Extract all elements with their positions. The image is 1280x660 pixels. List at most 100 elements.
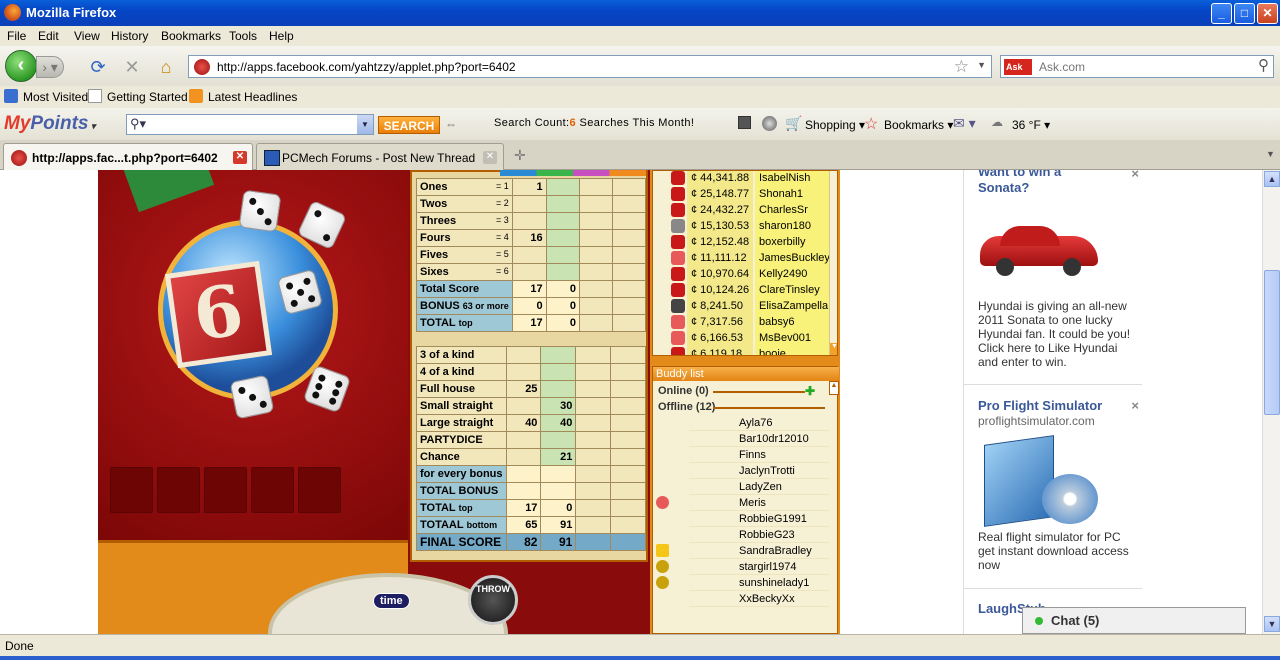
buddy-row[interactable]: Bar10dr12010: [689, 431, 829, 447]
score-row[interactable]: for every bonus: [416, 465, 646, 483]
player2-score[interactable]: 0: [545, 280, 581, 298]
score-row[interactable]: Chance 21: [416, 448, 646, 466]
flight-sim-image[interactable]: [978, 434, 1100, 527]
player3-score[interactable]: [579, 178, 613, 196]
player1-score[interactable]: [511, 246, 547, 264]
score-row[interactable]: Large straight 40 40: [416, 414, 646, 432]
player4-score[interactable]: [612, 263, 646, 281]
player3-score[interactable]: [579, 280, 613, 298]
player-name[interactable]: booie: [755, 346, 831, 355]
buddy-row[interactable]: sunshinelady1: [689, 575, 829, 591]
car-image[interactable]: [978, 218, 1102, 278]
score-row[interactable]: BONUS 63 or more 0 0: [416, 297, 646, 315]
player4-score[interactable]: [610, 448, 646, 466]
forward-button[interactable]: › ▾: [36, 56, 64, 78]
player-name[interactable]: ClareTinsley: [755, 282, 831, 298]
player4-score[interactable]: [610, 380, 646, 398]
score-row[interactable]: Full house 25: [416, 380, 646, 398]
player1-score[interactable]: [511, 212, 547, 230]
score-row[interactable]: FINAL SCORE 82 91: [416, 533, 646, 551]
online-section[interactable]: Online (0): [658, 385, 709, 397]
toolbar-search-dropdown[interactable]: ▼: [357, 115, 373, 134]
player2-score[interactable]: [540, 380, 577, 398]
player-row[interactable]: ¢ 10,124.26 ClareTinsley: [653, 282, 837, 298]
pause-icon[interactable]: [738, 116, 751, 129]
menu-bookmarks[interactable]: Bookmarks: [161, 29, 221, 43]
scroll-thumb[interactable]: [1264, 270, 1280, 415]
mypoints-logo[interactable]: MyPoints ▾: [4, 113, 96, 135]
player4-score[interactable]: [610, 414, 646, 432]
toolbar-bookmarks-menu[interactable]: Bookmarks ▾: [884, 118, 953, 132]
score-row[interactable]: Twos = 2: [416, 195, 646, 213]
score-row[interactable]: Fives = 5: [416, 246, 646, 264]
dice-slot[interactable]: [110, 467, 153, 513]
player2-score[interactable]: [545, 195, 581, 213]
player3-score[interactable]: [575, 397, 612, 415]
new-tab-icon[interactable]: ✛: [514, 147, 526, 164]
player1-score[interactable]: 82: [505, 533, 542, 551]
player2-score[interactable]: [545, 263, 581, 281]
back-button[interactable]: ‹: [5, 50, 37, 82]
buddy-row[interactable]: SandraBradley: [689, 543, 829, 559]
player4-score[interactable]: [612, 297, 646, 315]
player-name[interactable]: ElisaZampella: [755, 298, 831, 314]
player1-score[interactable]: [505, 397, 542, 415]
player-name[interactable]: sharon180: [755, 218, 831, 234]
player1-score[interactable]: [505, 346, 542, 364]
player-row[interactable]: ¢ 25,148.77 Shonah1: [653, 186, 837, 202]
player2-score[interactable]: [545, 229, 581, 247]
player4-score[interactable]: [612, 280, 646, 298]
player2-score[interactable]: 0: [540, 499, 577, 517]
player1-score[interactable]: [511, 263, 547, 281]
bookmark-star-icon[interactable]: ☆: [954, 57, 969, 77]
buddy-row[interactable]: Meris: [689, 495, 829, 511]
player-name[interactable]: boxerbilly: [755, 234, 831, 250]
score-row[interactable]: Sixes = 6: [416, 263, 646, 281]
player2-score[interactable]: [540, 465, 577, 483]
buddy-scroll-up[interactable]: ▲: [829, 381, 839, 395]
dice-slot[interactable]: [298, 467, 341, 513]
maximize-button[interactable]: □: [1234, 3, 1255, 24]
player-row[interactable]: ¢ 8,241.50 ElisaZampella: [653, 298, 837, 314]
player-name[interactable]: babsy6: [755, 314, 831, 330]
ad-close-icon[interactable]: ×: [1131, 398, 1139, 413]
player4-score[interactable]: [610, 431, 646, 449]
player2-score[interactable]: 21: [540, 448, 577, 466]
player3-score[interactable]: [575, 516, 612, 534]
player4-score[interactable]: [612, 178, 646, 196]
ad-sonata-title[interactable]: Want to win a Sonata?: [978, 170, 1098, 196]
player4-score[interactable]: [610, 363, 646, 381]
player-name[interactable]: Shonah1: [755, 186, 831, 202]
url-dropdown-icon[interactable]: ▼: [977, 60, 986, 70]
player2-score[interactable]: [540, 363, 577, 381]
dice-slot[interactable]: [251, 467, 294, 513]
player3-score[interactable]: [575, 448, 612, 466]
player3-score[interactable]: [575, 346, 612, 364]
player1-score[interactable]: 0: [511, 297, 547, 315]
search-icon[interactable]: ⚲: [1258, 56, 1269, 74]
player4-score[interactable]: [612, 314, 646, 332]
buddy-row[interactable]: Ayla76: [689, 415, 829, 431]
die[interactable]: [238, 189, 282, 233]
ad-flight-title[interactable]: Pro Flight Simulator: [978, 398, 1102, 413]
score-row[interactable]: PARTYDICE: [416, 431, 646, 449]
player1-score[interactable]: 16: [511, 229, 547, 247]
player1-score[interactable]: [505, 448, 542, 466]
player3-score[interactable]: [575, 533, 612, 551]
score-row[interactable]: Fours = 4 16: [416, 229, 646, 247]
menu-view[interactable]: View: [74, 29, 100, 43]
player-row[interactable]: ¢ 10,970.64 Kelly2490: [653, 266, 837, 282]
player4-score[interactable]: [610, 533, 646, 551]
bookmark-getting-started[interactable]: Getting Started: [107, 90, 188, 104]
player2-score[interactable]: [540, 346, 577, 364]
player3-score[interactable]: [575, 465, 612, 483]
player4-score[interactable]: [610, 465, 646, 483]
add-buddy-icon[interactable]: ✚: [805, 384, 815, 398]
minimize-button[interactable]: _: [1211, 3, 1232, 24]
player4-score[interactable]: [610, 482, 646, 500]
menu-tools[interactable]: Tools: [229, 29, 257, 43]
player1-score[interactable]: [505, 465, 542, 483]
score-row[interactable]: Ones = 11: [416, 178, 646, 196]
bookmark-latest-headlines[interactable]: Latest Headlines: [208, 90, 297, 104]
player2-score[interactable]: 0: [545, 314, 581, 332]
